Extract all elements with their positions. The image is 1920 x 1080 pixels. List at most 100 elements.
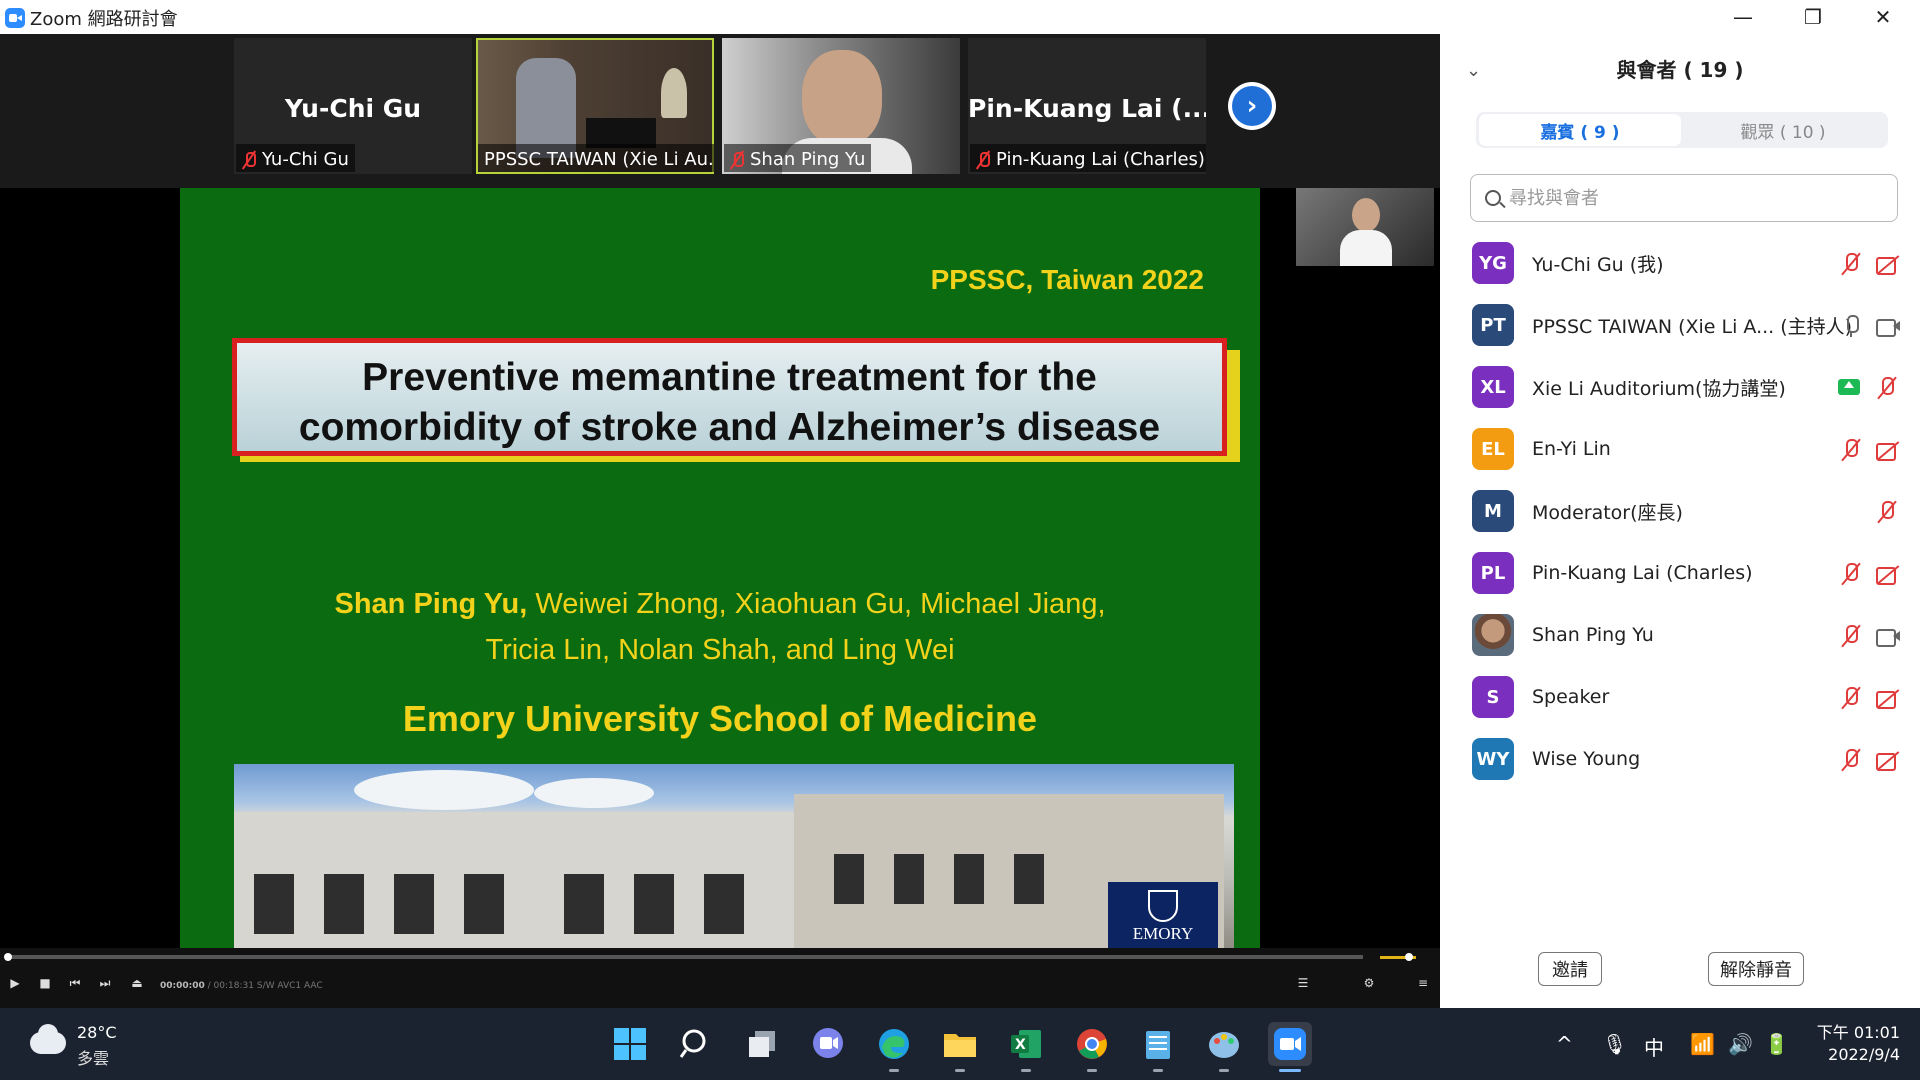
microphone-icon[interactable]: 🎙 xyxy=(1602,1032,1627,1056)
tile-label-text: Shan Ping Yu xyxy=(750,149,866,170)
notepad-icon[interactable] xyxy=(1136,1022,1180,1072)
settings-icon[interactable]: ⚙ xyxy=(1356,976,1382,998)
close-button[interactable]: ✕ xyxy=(1848,0,1918,34)
mic-muted-icon[interactable] xyxy=(1838,251,1864,277)
tile-label: PPSSC TAIWAN (Xie Li Au... xyxy=(478,144,714,172)
next-icon[interactable]: ⏭ xyxy=(92,976,118,998)
seek-bar[interactable] xyxy=(8,955,1363,959)
participant-row[interactable]: WY Wise Young xyxy=(1440,728,1920,790)
participant-name: Shan Ping Yu xyxy=(1532,624,1654,646)
video-tile[interactable]: Pin-Kuang Lai (... Pin-Kuang Lai (Charle… xyxy=(968,38,1206,174)
participant-row[interactable]: XL Xie Li Auditorium(協力講堂) xyxy=(1440,356,1920,418)
next-page-button[interactable]: › xyxy=(1228,82,1276,130)
menu-icon[interactable]: ≡ xyxy=(1410,976,1436,998)
participant-tabs: 嘉賓 ( 9 ) 觀眾 ( 10 ) xyxy=(1476,112,1888,148)
camera-off-icon[interactable] xyxy=(1874,251,1900,277)
tab-panelists[interactable]: 嘉賓 ( 9 ) xyxy=(1479,114,1681,146)
zoom-taskbar-icon[interactable] xyxy=(1268,1022,1312,1072)
mic-muted-icon[interactable] xyxy=(1874,375,1900,401)
participants-panel: ⌄ 與會者 ( 19 ) 嘉賓 ( 9 ) 觀眾 ( 10 ) YG Yu-Ch… xyxy=(1440,34,1920,1008)
search-icon xyxy=(1485,190,1501,206)
camera-off-icon[interactable] xyxy=(1874,685,1900,711)
minimize-button[interactable]: — xyxy=(1708,0,1778,34)
chevron-up-icon[interactable]: ^ xyxy=(1556,1032,1573,1056)
participant-row[interactable]: PT PPSSC TAIWAN (Xie Li A... (主持人) xyxy=(1440,294,1920,356)
screen-share-icon xyxy=(1838,375,1864,401)
avatar-photo xyxy=(1472,614,1514,656)
cloud-icon[interactable] xyxy=(30,1024,66,1054)
tab-attendees[interactable]: 觀眾 ( 10 ) xyxy=(1682,114,1884,146)
windows-logo-icon xyxy=(614,1028,646,1060)
teams-chat-icon[interactable] xyxy=(806,1022,850,1066)
participant-row[interactable]: M Moderator(座長) xyxy=(1440,480,1920,542)
camera-on-icon[interactable] xyxy=(1874,313,1900,339)
unmute-button[interactable]: 解除靜音 xyxy=(1708,952,1804,986)
mic-on-icon[interactable] xyxy=(1838,313,1864,339)
battery-icon[interactable]: 🔋 xyxy=(1764,1032,1789,1056)
mic-muted-icon[interactable] xyxy=(1838,747,1864,773)
speaker-thumbnail[interactable] xyxy=(1296,188,1434,266)
video-tile-active-speaker[interactable]: PPSSC TAIWAN (Xie Li Au... xyxy=(476,38,714,174)
eject-icon[interactable]: ⏏ xyxy=(124,976,150,998)
participant-name: Wise Young xyxy=(1532,748,1641,770)
seek-handle[interactable] xyxy=(4,953,12,961)
participant-row[interactable]: EL En-Yi Lin xyxy=(1440,418,1920,480)
playlist-icon[interactable]: ☰ xyxy=(1290,976,1316,998)
cloud xyxy=(534,778,654,808)
stop-icon[interactable]: ■ xyxy=(32,976,58,998)
search-input[interactable] xyxy=(1509,187,1879,209)
window xyxy=(324,874,364,934)
file-explorer-icon[interactable] xyxy=(938,1022,982,1072)
camera-off-icon[interactable] xyxy=(1874,561,1900,587)
paint-icon[interactable] xyxy=(1202,1022,1246,1072)
avatar: YG xyxy=(1472,242,1514,284)
video-tile[interactable]: Shan Ping Yu xyxy=(722,38,960,174)
weather-description[interactable]: 多雲 xyxy=(77,1045,109,1069)
running-indicator xyxy=(889,1069,899,1072)
invite-button[interactable]: 邀請 xyxy=(1538,952,1602,986)
participant-row[interactable]: YG Yu-Chi Gu (我) xyxy=(1440,232,1920,294)
edge-browser-icon[interactable] xyxy=(872,1022,916,1072)
play-icon[interactable]: ▶ xyxy=(2,976,28,998)
avatar: M xyxy=(1472,490,1514,532)
video-tile[interactable]: Yu-Chi Gu Yu-Chi Gu xyxy=(234,38,472,174)
participant-row[interactable]: S Speaker xyxy=(1440,666,1920,728)
camera-off-icon[interactable] xyxy=(1874,437,1900,463)
window xyxy=(704,874,744,934)
tile-display-name: Yu-Chi Gu xyxy=(284,94,422,123)
participant-search xyxy=(1470,174,1898,222)
running-indicator xyxy=(1021,1069,1031,1072)
task-view-icon[interactable] xyxy=(740,1022,784,1066)
volume-icon[interactable]: 🔊 xyxy=(1728,1032,1753,1056)
wifi-icon[interactable]: 📶 xyxy=(1690,1032,1715,1056)
cloud xyxy=(354,770,534,810)
mic-muted-icon[interactable] xyxy=(1838,561,1864,587)
restore-button[interactable]: ❐ xyxy=(1778,0,1848,34)
video-strip: Yu-Chi Gu Yu-Chi Gu PPSSC TAIWAN (Xie Li… xyxy=(0,34,1440,188)
system-clock[interactable]: 下午 01:01 2022/9/4 xyxy=(1800,1022,1900,1066)
chrome-icon[interactable] xyxy=(1070,1022,1114,1072)
camera-off-icon[interactable] xyxy=(1874,747,1900,773)
window xyxy=(564,874,604,934)
mic-muted-icon[interactable] xyxy=(1838,437,1864,463)
mic-muted-icon[interactable] xyxy=(1838,685,1864,711)
excel-icon[interactable]: X xyxy=(1004,1022,1048,1072)
weather-temperature[interactable]: 28°C xyxy=(77,1023,117,1042)
previous-icon[interactable]: ⏮ xyxy=(62,976,88,998)
participant-name: Xie Li Auditorium(協力講堂) xyxy=(1532,377,1786,400)
participant-row[interactable]: PL Pin-Kuang Lai (Charles) xyxy=(1440,542,1920,604)
mic-muted-icon[interactable] xyxy=(1874,499,1900,525)
mic-muted-icon[interactable] xyxy=(1838,623,1864,649)
avatar: PT xyxy=(1472,304,1514,346)
start-button[interactable] xyxy=(608,1022,652,1066)
avatar: EL xyxy=(1472,428,1514,470)
participant-name: Yu-Chi Gu (我) xyxy=(1532,253,1664,276)
search-icon[interactable] xyxy=(674,1022,718,1066)
participant-row[interactable]: Shan Ping Yu xyxy=(1440,604,1920,666)
mic-muted-icon xyxy=(730,151,744,169)
ime-indicator[interactable]: 中 xyxy=(1644,1032,1664,1061)
volume-handle[interactable] xyxy=(1405,953,1413,961)
slide-title-box: Preventive memantine treatment for the c… xyxy=(232,338,1227,456)
camera-on-icon[interactable] xyxy=(1874,623,1900,649)
participant-name: PPSSC TAIWAN (Xie Li A... (主持人) xyxy=(1532,315,1853,338)
